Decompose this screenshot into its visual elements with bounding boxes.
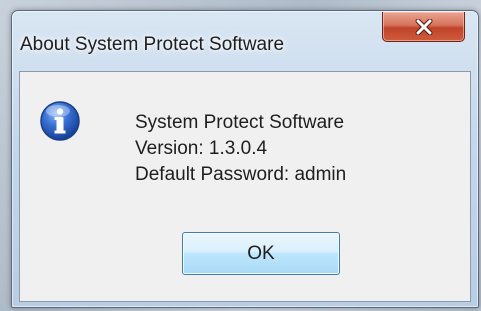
close-button[interactable] [382,12,465,42]
information-icon [39,100,81,142]
title-bar[interactable]: About System Protect Software [12,11,478,71]
ok-button[interactable]: OK [182,232,340,275]
about-dialog: About System Protect Software System Pro… [11,10,479,308]
product-name: System Protect Software [135,112,345,133]
close-icon [415,18,433,35]
dialog-content: System Protect Software Version: 1.3.0.4… [19,71,471,302]
version-text: Version: 1.3.0.4 [135,138,268,159]
default-password-text: Default Password: admin [135,164,347,185]
window-title: About System Protect Software [20,34,285,55]
message-text: System Protect Software Version: 1.3.0.4… [135,110,346,188]
